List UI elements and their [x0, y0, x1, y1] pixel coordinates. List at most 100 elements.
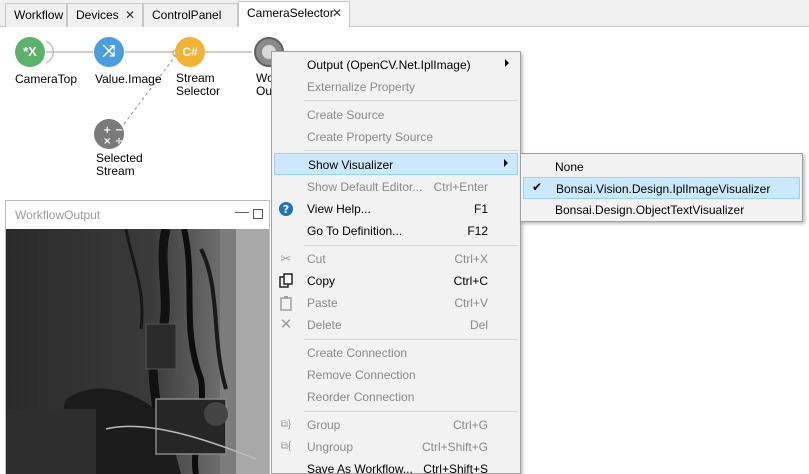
menu-item-view-help-shortcut: F1	[473, 202, 488, 216]
menu-item-ungroup[interactable]: ⧉{ Ungroup Ctrl+Shift+G	[274, 436, 518, 458]
camera-top-node[interactable]: *X	[15, 37, 45, 67]
menu-item-show-default-editor[interactable]: Show Default Editor... Ctrl+Enter	[274, 176, 518, 198]
menu-separator	[304, 150, 518, 151]
tab-controlpanel-label: ControlPanel	[152, 8, 222, 22]
menu-item-go-to-definition-label: Go To Definition...	[307, 224, 403, 238]
menu-item-copy-shortcut: Ctrl+C	[453, 274, 488, 288]
menu-item-show-default-editor-label: Show Default Editor...	[307, 180, 423, 194]
value-image-label: Value.Image	[95, 72, 162, 86]
value-image-node[interactable]: ⤨	[94, 37, 124, 67]
shuffle-icon: ⤨	[102, 43, 116, 60]
submenu-arrow-icon	[505, 59, 509, 67]
camera-image	[6, 229, 269, 474]
menu-separator	[304, 411, 518, 412]
scissors-icon: ✂	[280, 251, 292, 266]
submenu-item-none[interactable]: None	[523, 156, 800, 178]
svg-text:?: ?	[283, 203, 289, 216]
menu-item-create-property-source[interactable]: Create Property Source	[274, 126, 518, 148]
menu-item-cut-label: Cut	[307, 252, 326, 266]
menu-item-delete[interactable]: ✕ Delete Del	[274, 314, 518, 336]
ungroup-icon: ⧉{	[280, 441, 292, 452]
selected-stream-label: Selected Stream	[96, 152, 143, 178]
window-title-bar[interactable]: WorkflowOutput —	[6, 201, 269, 229]
menu-item-create-property-source-label: Create Property Source	[307, 130, 434, 144]
submenu-item-objecttext-visualizer[interactable]: Bonsai.Design.ObjectTextVisualizer	[523, 199, 800, 221]
menu-item-delete-shortcut: Del	[469, 318, 488, 332]
tab-workflow[interactable]: Workflow	[5, 3, 67, 27]
menu-item-reorder-connection-label: Reorder Connection	[307, 390, 415, 404]
menu-item-ungroup-shortcut: Ctrl+Shift+G	[421, 440, 488, 454]
stream-selector-label: Stream Selector	[176, 72, 220, 98]
menu-item-show-default-editor-shortcut: Ctrl+Enter	[433, 180, 488, 194]
menu-item-go-to-definition[interactable]: Go To Definition... F12	[274, 220, 518, 242]
selected-stream-label-line2: Stream	[96, 164, 135, 178]
menu-item-delete-label: Delete	[307, 318, 342, 332]
tab-devices[interactable]: Devices ✕	[67, 3, 143, 27]
tab-devices-label: Devices	[76, 8, 119, 22]
menu-item-show-visualizer[interactable]: Show Visualizer	[274, 153, 518, 175]
menu-item-save-as-workflow[interactable]: Save As Workflow... Ctrl+Shift+S	[274, 458, 518, 474]
menu-separator	[304, 339, 518, 340]
stream-selector-label-line2: Selector	[176, 84, 221, 98]
camera-top-symbol: *X	[23, 44, 37, 59]
group-icon: ⧉}	[280, 419, 292, 430]
menu-item-reorder-connection[interactable]: Reorder Connection	[274, 386, 518, 408]
menu-item-group[interactable]: ⧉} Group Ctrl+G	[274, 414, 518, 436]
menu-item-create-connection[interactable]: Create Connection	[274, 342, 518, 364]
close-icon[interactable]: ✕	[332, 2, 342, 24]
tab-controlpanel[interactable]: ControlPanel	[143, 3, 238, 27]
delete-icon: ✕	[279, 316, 293, 333]
csharp-symbol: C#	[182, 45, 198, 59]
menu-item-output[interactable]: Output (OpenCV.Net.IplImage)	[274, 54, 518, 76]
menu-item-create-source-label: Create Source	[307, 108, 385, 122]
menu-item-cut[interactable]: ✂ Cut Ctrl+X	[274, 248, 518, 270]
menu-item-cut-shortcut: Ctrl+X	[454, 252, 488, 266]
visualizer-submenu: None ✔ Bonsai.Vision.Design.IplImageVisu…	[520, 153, 803, 222]
submenu-item-none-label: None	[555, 160, 584, 174]
menu-item-externalize-property-label: Externalize Property	[307, 80, 416, 94]
submenu-item-iplimage-visualizer[interactable]: ✔ Bonsai.Vision.Design.IplImageVisualize…	[523, 177, 800, 199]
camera-top-label: CameraTop	[15, 72, 78, 86]
window-title: WorkflowOutput	[15, 208, 101, 222]
menu-separator	[304, 245, 518, 246]
menu-item-ungroup-label: Ungroup	[307, 440, 354, 454]
menu-item-paste[interactable]: Paste Ctrl+V	[274, 292, 518, 314]
menu-item-remove-connection[interactable]: Remove Connection	[274, 364, 518, 386]
calculator-icon: + − × ÷	[103, 125, 123, 147]
menu-item-externalize-property[interactable]: Externalize Property	[274, 76, 518, 98]
menu-item-view-help[interactable]: ? View Help... F1	[274, 198, 518, 220]
stream-selector-node[interactable]: C#	[175, 37, 205, 67]
document-tab-bar: Workflow Devices ✕ ControlPanel CameraSe…	[0, 0, 809, 28]
submenu-item-iplimage-visualizer-label: Bonsai.Vision.Design.IplImageVisualizer	[556, 182, 771, 196]
menu-item-copy[interactable]: Copy Ctrl+C	[274, 270, 518, 292]
menu-item-view-help-label: View Help...	[307, 202, 371, 216]
menu-item-output-label: Output (OpenCV.Net.IplImage)	[307, 58, 471, 72]
menu-item-paste-shortcut: Ctrl+V	[454, 296, 488, 310]
menu-item-create-source[interactable]: Create Source	[274, 104, 518, 126]
submenu-arrow-icon	[504, 159, 508, 167]
submenu-item-objecttext-visualizer-label: Bonsai.Design.ObjectTextVisualizer	[555, 203, 745, 217]
copy-icon	[278, 273, 294, 289]
selected-stream-node[interactable]: + − × ÷	[94, 119, 124, 149]
tab-workflow-label: Workflow	[14, 8, 64, 22]
menu-item-paste-label: Paste	[307, 296, 338, 310]
menu-separator	[304, 100, 518, 101]
context-menu: Output (OpenCV.Net.IplImage) Externalize…	[271, 51, 521, 474]
menu-item-save-as-workflow-shortcut: Ctrl+Shift+S	[423, 462, 488, 474]
menu-item-save-as-workflow-label: Save As Workflow...	[307, 462, 413, 474]
tab-cameraselector-label: CameraSelector	[247, 6, 334, 20]
paste-icon	[278, 295, 294, 311]
maximize-icon[interactable]	[253, 209, 263, 219]
svg-text:+ −: + −	[103, 125, 123, 136]
menu-item-copy-label: Copy	[307, 274, 336, 288]
menu-item-group-shortcut: Ctrl+G	[452, 418, 488, 432]
camera-frame	[6, 229, 269, 474]
checkmark-icon: ✔	[532, 180, 543, 194]
close-icon[interactable]: ✕	[125, 4, 135, 26]
workflow-output-window[interactable]: WorkflowOutput —	[5, 200, 270, 474]
tab-cameraselector[interactable]: CameraSelector ✕	[238, 1, 350, 28]
menu-item-group-label: Group	[307, 418, 341, 432]
svg-text:× ÷: × ÷	[103, 136, 123, 147]
help-icon: ?	[278, 201, 294, 217]
minimize-icon[interactable]: —	[235, 203, 249, 219]
